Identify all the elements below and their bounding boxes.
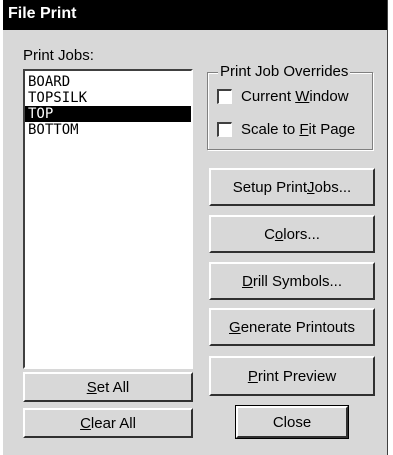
list-item[interactable]: BOTTOM: [25, 122, 191, 138]
print-jobs-label: Print Jobs:: [23, 47, 94, 64]
set-all-mnemonic: S: [86, 378, 97, 396]
list-item[interactable]: BOARD: [25, 74, 191, 90]
title-bar[interactable]: File Print: [3, 0, 387, 30]
current-window-label: Current Window: [241, 88, 349, 105]
clear-all-mnemonic: C: [80, 414, 91, 432]
current-window-checkbox[interactable]: [217, 89, 232, 104]
close-button[interactable]: Close: [235, 405, 349, 439]
scale-to-fit-option[interactable]: Scale to Fit Page: [217, 121, 355, 138]
clear-all-label-rest: lear All: [90, 414, 136, 432]
list-item[interactable]: TOPSILK: [25, 90, 191, 106]
setup-print-jobs-button[interactable]: Setup Print Jobs...: [209, 168, 375, 206]
print-preview-button[interactable]: Print Preview: [209, 356, 375, 396]
generate-printouts-button[interactable]: Generate Printouts: [209, 308, 375, 346]
scale-to-fit-label: Scale to Fit Page: [241, 121, 356, 138]
scale-to-fit-checkbox[interactable]: [217, 122, 232, 137]
set-all-label-rest: et All: [96, 378, 130, 396]
dialog-title: File Print: [8, 5, 77, 22]
overrides-legend: Print Job Overrides: [218, 63, 351, 80]
drill-symbols-button[interactable]: Drill Symbols...: [209, 262, 375, 300]
clear-all-button[interactable]: Clear All: [23, 408, 193, 438]
print-jobs-list[interactable]: BOARD TOPSILK TOP BOTTOM: [23, 69, 193, 369]
list-item[interactable]: TOP: [25, 106, 191, 122]
print-job-overrides-group: [207, 72, 373, 150]
file-print-dialog: File Print Print Jobs: BOARD TOPSILK TOP…: [2, 0, 388, 455]
set-all-button[interactable]: Set All: [23, 372, 193, 402]
colors-button[interactable]: Co lors...: [209, 215, 375, 253]
current-window-option[interactable]: Current Window: [217, 88, 349, 105]
